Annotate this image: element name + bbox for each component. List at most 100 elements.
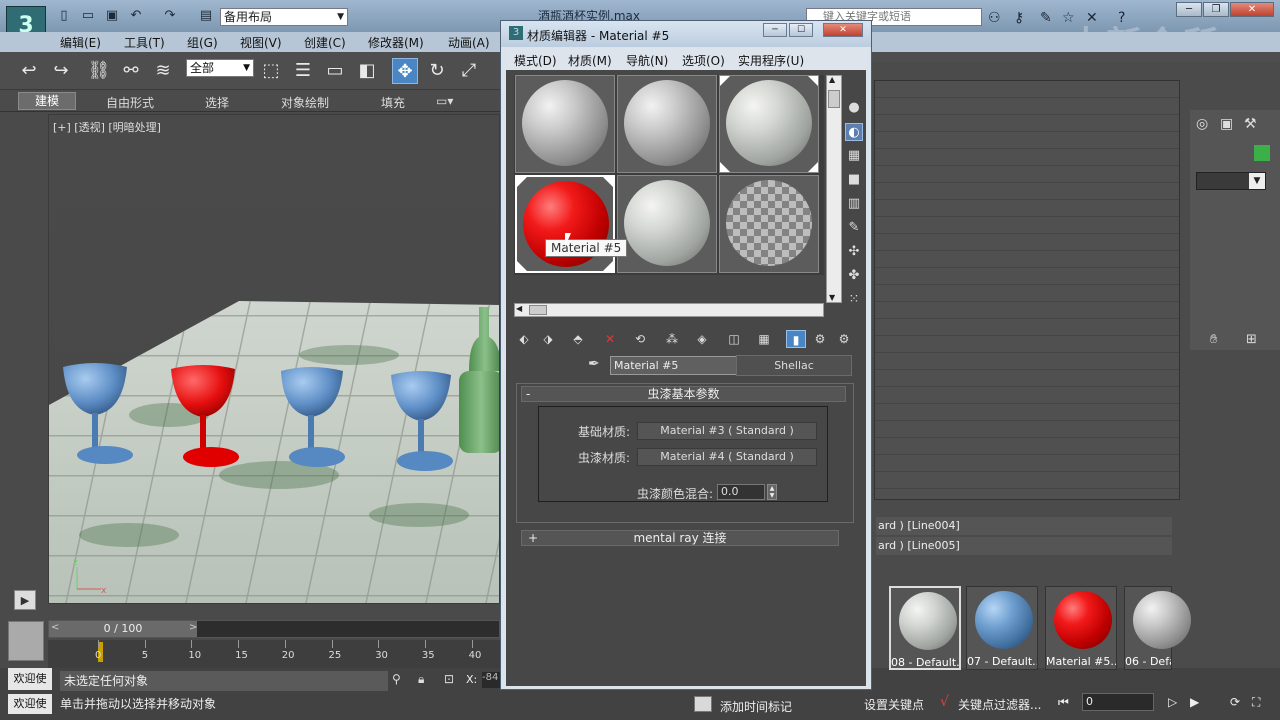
ribbon-tab-freeform[interactable]: 自由形式 [106, 94, 154, 111]
ribbon-tab-populate[interactable]: 填充 [381, 94, 405, 111]
slots-horizontal-scrollbar[interactable]: ◀ [514, 303, 824, 317]
sample-slot-6[interactable] [719, 175, 819, 273]
scale-icon[interactable]: ⤢ [456, 58, 482, 84]
key-mode-icon[interactable]: ▷ [1168, 695, 1177, 709]
menu-tools[interactable]: 工具(T) [124, 34, 165, 51]
go-forward-sibling-icon[interactable]: ⚙ [834, 330, 854, 348]
workspace-dropdown[interactable]: 备用布局 ▼ [220, 8, 348, 26]
mental-ray-rollout-header[interactable]: + mental ray 连接 [521, 530, 839, 546]
shellac-rollout-header[interactable]: - 虫漆基本参数 [521, 386, 846, 402]
me-menu-modes[interactable]: 模式(D) [514, 52, 557, 69]
get-material-icon[interactable]: ⬖ [514, 330, 534, 348]
bind-spacewarp-icon[interactable]: ≋ [150, 58, 176, 84]
scene-list-row[interactable]: ard ) [Line004] [876, 517, 1172, 535]
eyedropper-icon[interactable]: ✒ [588, 356, 600, 372]
scroll-down-icon[interactable]: ▼ [829, 293, 835, 302]
select-by-name-icon[interactable]: ☰ [290, 58, 316, 84]
put-to-library-icon[interactable]: ⁂ [662, 330, 682, 348]
show-end-result-icon[interactable]: ▦ [754, 330, 774, 348]
unlink-icon[interactable]: ⚯ [118, 58, 144, 84]
maximize-button[interactable]: ❐ [1203, 2, 1229, 17]
material-map-navigator-icon[interactable]: ⁙ [845, 291, 863, 309]
sample-slot-1[interactable] [515, 75, 615, 173]
time-slider-thumb[interactable]: 0 / 100 [49, 621, 197, 637]
material-thumbnail[interactable]: Material #5... [1045, 586, 1117, 670]
undo-icon[interactable]: ↩ [16, 58, 42, 84]
ribbon-tab-modeling[interactable]: 建模 [18, 92, 77, 110]
redo-icon[interactable]: ↪ [48, 58, 74, 84]
video-color-check-icon[interactable]: ▥ [845, 195, 863, 213]
orbit-icon[interactable]: ⟳ [1230, 695, 1240, 709]
perspective-viewport[interactable]: z x [+] [透视] [明暗处理] [48, 114, 500, 604]
ribbon-tab-object-paint[interactable]: 对象绘制 [281, 94, 329, 111]
rotate-icon[interactable]: ↻ [424, 58, 450, 84]
me-menu-navigation[interactable]: 导航(N) [626, 52, 668, 69]
scroll-up-icon[interactable]: ▲ [829, 75, 835, 84]
isolate-icon[interactable]: ⚲ [392, 672, 401, 686]
time-slider[interactable]: 0 / 100 < > [48, 620, 500, 638]
maximize-viewport-icon[interactable]: ⛶ [1252, 695, 1260, 710]
move-icon[interactable]: ✥ [392, 58, 418, 84]
select-object-icon[interactable]: ⬚ [258, 58, 284, 84]
rectangular-selection-icon[interactable]: ▭ [322, 58, 348, 84]
utilities-hammer-icon[interactable]: ⚒ [1244, 116, 1257, 132]
wrench-icon[interactable]: ✎ [1040, 10, 1052, 26]
blend-input[interactable]: 0.0 [717, 484, 765, 500]
play-icon[interactable]: ▶ [14, 590, 36, 610]
me-menu-options[interactable]: 选项(O) [682, 52, 725, 69]
scene-list-row[interactable]: ard ) [Line005] [876, 537, 1172, 555]
menu-edit[interactable]: 编辑(E) [60, 34, 101, 51]
make-preview-icon[interactable]: ✎ [845, 219, 863, 237]
slots-vertical-scrollbar[interactable]: ▲ ▼ [826, 75, 842, 303]
track-bar[interactable]: 0 5 10 15 20 25 30 35 40 [48, 640, 500, 668]
play-icon[interactable]: ▶ [1190, 695, 1199, 709]
redo-icon[interactable]: ↷ [162, 9, 178, 23]
viewport-label[interactable]: [+] [透视] [明暗处理] [53, 119, 161, 135]
display-icon[interactable]: ▣ [1220, 116, 1233, 132]
coord-x-field[interactable]: -84 [482, 672, 500, 688]
shellac-material-button[interactable]: Material #4 ( Standard ) [637, 448, 817, 466]
blend-spinner[interactable]: ▲ ▼ [767, 484, 777, 500]
material-thumbnail[interactable]: 07 - Default... [966, 586, 1038, 670]
selection-filter-dropdown[interactable]: 全部 ▼ [186, 59, 254, 77]
make-unique-icon[interactable]: ⟲ [630, 330, 650, 348]
sample-type-icon[interactable]: ● [845, 99, 863, 117]
object-color-swatch[interactable] [1254, 145, 1270, 161]
maxscript-mini-listener[interactable]: 欢迎使 [8, 694, 52, 714]
time-tag-icon[interactable] [694, 696, 712, 712]
sample-uv-tiling-icon[interactable]: ■ [845, 171, 863, 189]
ribbon-tab-selection[interactable]: 选择 [205, 94, 229, 111]
hand-icon[interactable]: ✋︎ [1210, 332, 1217, 347]
me-menu-utilities[interactable]: 实用程序(U) [738, 52, 804, 69]
key-filters-button[interactable]: 关键点过滤器... [958, 696, 1041, 713]
background-checker-icon[interactable]: ▦ [845, 147, 863, 165]
options-icon[interactable]: ✣ [845, 243, 863, 261]
project-folder-icon[interactable]: ▤ [198, 9, 214, 23]
scroll-left-icon[interactable]: ◀ [516, 304, 522, 313]
menu-animation[interactable]: 动画(A) [448, 34, 490, 51]
menu-group[interactable]: 组(G) [187, 34, 218, 51]
put-material-icon[interactable]: ⬗ [538, 330, 558, 348]
material-thumbnail[interactable]: 08 - Default... [889, 586, 961, 670]
minimize-button[interactable]: ─ [1176, 2, 1202, 17]
close-button[interactable]: ✕ [823, 23, 863, 37]
ribbon-options-icon[interactable]: ▭▾ [436, 94, 453, 108]
show-map-icon[interactable]: ◫ [724, 330, 744, 348]
backlight-icon[interactable]: ◐ [845, 123, 863, 141]
key-icon[interactable]: ⚷ [1014, 10, 1024, 26]
material-type-button[interactable]: Shellac [736, 355, 852, 376]
reset-map-icon[interactable]: ✕ [600, 330, 620, 348]
me-menu-material[interactable]: 材质(M) [568, 52, 612, 69]
menu-create[interactable]: 创建(C) [304, 34, 346, 51]
link-icon[interactable]: ⛓ [86, 58, 112, 84]
material-thumbnail[interactable]: 06 - Defa [1124, 586, 1191, 670]
maxscript-listener-button[interactable]: 欢迎使 [8, 668, 52, 690]
key-filter-curve-icon[interactable]: √ [940, 694, 949, 710]
new-file-icon[interactable]: ▯ [56, 9, 72, 23]
lock-icon[interactable]: 🔒︎ [418, 672, 424, 687]
binoculars-icon[interactable]: ⚇ [988, 10, 1001, 26]
current-frame-field[interactable]: 0 [1082, 693, 1154, 711]
open-file-icon[interactable]: ▭ [80, 9, 96, 23]
motion-icon[interactable]: ◎ [1196, 116, 1208, 132]
configure-sets-icon[interactable]: ⊞ [1246, 332, 1257, 347]
